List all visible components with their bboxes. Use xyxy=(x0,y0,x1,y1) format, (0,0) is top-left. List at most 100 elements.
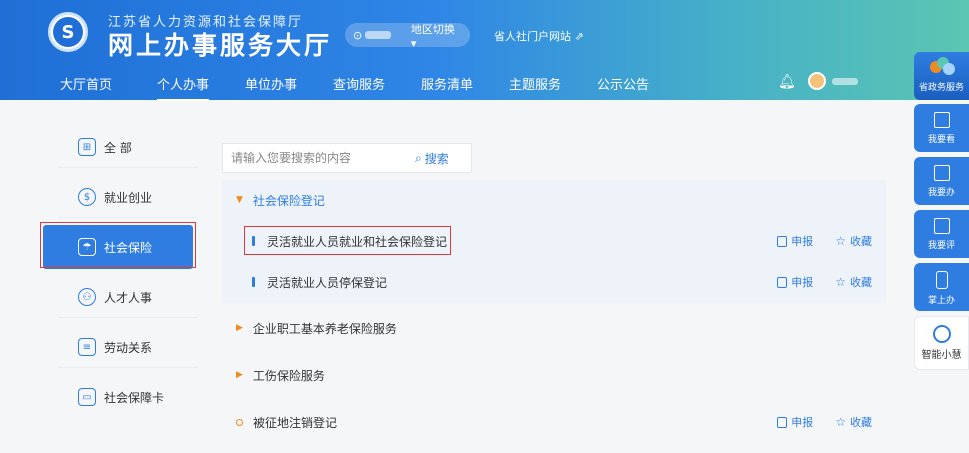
avatar[interactable] xyxy=(808,72,826,90)
handle-button[interactable]: 我要办 xyxy=(914,157,969,205)
bullet-bar xyxy=(252,277,255,287)
location-display: ⊙ xyxy=(353,29,411,42)
smart-assistant-button[interactable]: 智能小慧 xyxy=(914,316,969,370)
float-label: 省政务服务 xyxy=(918,83,964,93)
employment-icon: $ xyxy=(78,188,96,206)
annotation-box-row xyxy=(244,226,451,255)
section-title: 社会保险登记 xyxy=(252,193,325,208)
section-header[interactable]: ▶ 企业职工基本养老保险服务 xyxy=(222,308,886,348)
phone-icon xyxy=(935,271,948,289)
search-icon: ⌕ xyxy=(415,150,422,165)
menu-item-label: 就业创业 xyxy=(104,190,153,205)
item-title: 灵活就业人员停保登记 xyxy=(267,275,388,290)
favorite-button[interactable]: ☆ 收藏 xyxy=(835,414,872,430)
form-icon xyxy=(777,235,788,247)
nav-item-service-list[interactable]: 服务清单 xyxy=(421,74,473,93)
section-title: 工伤保险服务 xyxy=(252,368,325,383)
menu-item-label: 劳动关系 xyxy=(104,340,153,355)
apply-button[interactable]: 申报 xyxy=(777,233,813,249)
float-label: 我要看 xyxy=(927,135,955,145)
card-icon: ▭ xyxy=(78,388,96,406)
nav-item-theme[interactable]: 主题服务 xyxy=(509,74,561,93)
float-label: 我要办 xyxy=(927,188,955,198)
star-icon: ☆ xyxy=(835,234,846,248)
portal-link[interactable]: 省人社门户网站 ⇗ xyxy=(494,28,584,44)
favorite-label: 收藏 xyxy=(850,235,872,248)
search-input[interactable] xyxy=(223,151,403,165)
apply-button[interactable]: 申报 xyxy=(777,414,813,430)
annotation-box-left xyxy=(40,222,196,268)
section-land-deregistration: 被征地注销登记 申报 ☆ 收藏 xyxy=(222,402,886,442)
site-title: 网上办事服务大厅 xyxy=(108,31,333,60)
search-bar: ⌕ 搜索 xyxy=(222,143,472,173)
circle-bullet-icon xyxy=(236,418,243,426)
caret-right-icon: ▶ xyxy=(236,323,243,333)
float-label: 掌上办 xyxy=(927,296,955,306)
mobile-button[interactable]: 掌上办 xyxy=(914,263,969,311)
user-name-blurred[interactable] xyxy=(832,78,858,85)
bell-icon[interactable]: 🔔︎ xyxy=(778,74,796,90)
divider xyxy=(58,167,198,168)
menu-item-all[interactable]: ⊞ 全 部 xyxy=(40,126,198,168)
float-label: 智能小慧 xyxy=(921,350,962,361)
menu-item-ss-card[interactable]: ▭ 社会保障卡 xyxy=(40,376,195,418)
form-icon xyxy=(777,276,788,288)
star-icon: ☆ xyxy=(835,275,846,289)
menu-item-label: 人才人事 xyxy=(104,290,153,305)
menu-item-label: 社会保障卡 xyxy=(104,390,165,405)
caret-right-icon: ▶ xyxy=(236,370,243,380)
external-link-icon: ⇗ xyxy=(574,30,584,43)
divider xyxy=(58,217,198,218)
nav-item-home[interactable]: 大厅首页 xyxy=(60,74,112,93)
search-button[interactable]: ⌕ 搜索 xyxy=(415,150,449,167)
menu-item-talent[interactable]: ⚇ 人才人事 xyxy=(40,276,198,318)
nav-item-query[interactable]: 查询服务 xyxy=(333,74,385,93)
view-button[interactable]: 我要看 xyxy=(914,104,969,152)
grid-icon: ⊞ xyxy=(78,138,96,156)
favorite-label: 收藏 xyxy=(850,416,872,429)
menu-item-label: 全 部 xyxy=(104,140,132,155)
menu-item-employment[interactable]: $ 就业创业 xyxy=(40,176,198,218)
headset-icon xyxy=(932,325,951,343)
document-icon: ≡ xyxy=(78,338,96,356)
gov-service-button[interactable]: 省政务服务 xyxy=(914,52,969,100)
logo-mark-icon: S xyxy=(53,17,83,47)
nav-item-personal[interactable]: 个人办事 xyxy=(157,74,210,101)
row-actions: 申报 ☆ 收藏 xyxy=(777,262,872,302)
favorite-label: 收藏 xyxy=(850,276,872,289)
star-icon: ☆ xyxy=(835,415,846,429)
apply-label: 申报 xyxy=(791,235,814,248)
logo[interactable]: S xyxy=(48,12,88,52)
section-work-injury: ▶ 工伤保险服务 xyxy=(222,355,886,395)
evaluate-button[interactable]: 我要评 xyxy=(914,210,969,258)
favorite-button[interactable]: ☆ 收藏 xyxy=(835,274,872,290)
nav-item-notice[interactable]: 公示公告 xyxy=(597,74,649,93)
section-header[interactable]: ▶ 工伤保险服务 xyxy=(222,355,886,395)
favorite-button[interactable]: ☆ 收藏 xyxy=(835,233,872,249)
header: S 江苏省人力资源和社会保障厅 网上办事服务大厅 ⊙ 地区切换 ▾ 省人社门户网… xyxy=(0,0,969,101)
list-item[interactable]: 被征地注销登记 申报 ☆ 收藏 xyxy=(222,402,886,442)
caret-down-icon: ▼ xyxy=(236,195,243,205)
section-header[interactable]: ▼ 社会保险登记 xyxy=(222,180,886,220)
divider xyxy=(58,317,198,318)
float-label: 我要评 xyxy=(927,241,955,251)
section-title: 企业职工基本养老保险服务 xyxy=(252,321,397,336)
menu-item-labor[interactable]: ≡ 劳动关系 xyxy=(40,326,198,368)
form-icon xyxy=(777,416,788,428)
nav-item-unit[interactable]: 单位办事 xyxy=(245,74,297,93)
region-switch-label: 地区切换 xyxy=(410,22,455,36)
people-icon: ⚇ xyxy=(78,288,96,306)
region-switch-button[interactable]: 地区切换 ▾ xyxy=(411,21,462,50)
location-pill[interactable]: ⊙ 地区切换 ▾ xyxy=(345,21,470,50)
page: S 江苏省人力资源和社会保障厅 网上办事服务大厅 ⊙ 地区切换 ▾ 省人社门户网… xyxy=(0,0,969,453)
apply-label: 申报 xyxy=(791,276,814,289)
notebook-icon xyxy=(933,112,950,128)
divider xyxy=(58,367,198,368)
list-item[interactable]: 灵活就业人员停保登记 申报 ☆ 收藏 xyxy=(222,262,886,302)
location-text-blurred xyxy=(365,31,392,39)
gov-service-logo-icon xyxy=(928,57,956,77)
main-nav: 大厅首页 个人办事 单位办事 查询服务 服务清单 主题服务 公示公告 xyxy=(0,64,910,101)
monitor-icon xyxy=(933,165,950,181)
row-actions: 申报 ☆ 收藏 xyxy=(777,402,872,442)
apply-button[interactable]: 申报 xyxy=(777,274,813,290)
